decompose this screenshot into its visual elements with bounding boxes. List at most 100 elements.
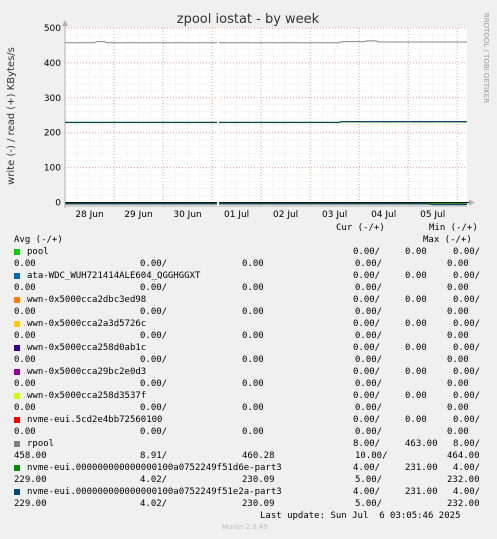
legend-max: 0.00/ bbox=[355, 283, 383, 293]
legend-avg3: 0.00 bbox=[242, 259, 264, 269]
legend-max2: 0.00 bbox=[447, 379, 469, 389]
legend-cur2: 0.00/ bbox=[453, 391, 481, 401]
legend-avg3: 0.00 bbox=[242, 355, 264, 365]
legend-avg2: 0.00/ bbox=[140, 331, 168, 341]
legend-avg1: 229.00 bbox=[14, 475, 47, 485]
last-update: Last update: Sun Jul 6 03:05:46 2025 bbox=[260, 511, 461, 521]
legend-avg2: 0.00/ bbox=[140, 355, 168, 365]
legend-avg2: 0.00/ bbox=[140, 259, 168, 269]
legend-cur: 0.00/ bbox=[353, 247, 381, 257]
legend-avg2: 4.02/ bbox=[140, 499, 168, 509]
legend-min: 0.00 bbox=[405, 295, 427, 305]
legend-name: wwn-0x5000cca258d0ab1c bbox=[27, 343, 147, 353]
legend-max2: 0.00 bbox=[447, 355, 469, 365]
legend-cur2: 4.00/ bbox=[453, 487, 481, 497]
legend-max: 0.00/ bbox=[355, 427, 383, 437]
legend-max: 0.00/ bbox=[355, 331, 383, 341]
legend-max: 0.00/ bbox=[355, 355, 383, 365]
legend-max: 0.00/ bbox=[355, 307, 383, 317]
legend-min: 231.00 bbox=[405, 463, 438, 473]
legend-header-avg: Avg (-/+) bbox=[14, 235, 63, 245]
legend-avg3: 0.00 bbox=[242, 307, 264, 317]
legend-avg3: 230.09 bbox=[242, 475, 275, 485]
legend-name: rpool bbox=[27, 439, 55, 449]
legend-swatch bbox=[14, 393, 20, 399]
legend-name: ata-WDC_WUH721414ALE604_QGGHGGXT bbox=[27, 271, 201, 281]
legend-cur: 0.00/ bbox=[353, 391, 381, 401]
legend-avg3: 230.09 bbox=[242, 499, 275, 509]
legend-swatch bbox=[14, 249, 20, 255]
legend-name: wwn-0x5000cca258d3537f bbox=[27, 391, 147, 401]
legend-avg3: 0.00 bbox=[242, 379, 264, 389]
legend-name: nvme-eui.000000000000000100a0752249f51e2… bbox=[27, 487, 282, 497]
munin-version: Munin 2.0.49 bbox=[222, 523, 268, 531]
legend-avg2: 0.00/ bbox=[140, 403, 168, 413]
legend-cur: 0.00/ bbox=[353, 271, 381, 281]
legend-avg1: 0.00 bbox=[14, 355, 36, 365]
legend-avg1: 0.00 bbox=[14, 379, 36, 389]
legend-avg3: 0.00 bbox=[242, 427, 264, 437]
legend-avg2: 4.02/ bbox=[140, 475, 168, 485]
legend-name: wwn-0x5000cca2dbc3ed98 bbox=[27, 295, 147, 305]
legend-avg2: 8.91/ bbox=[140, 451, 168, 461]
legend-name: wwn-0x5000cca29bc2e0d3 bbox=[27, 367, 147, 377]
legend-cur2: 0.00/ bbox=[453, 415, 481, 425]
legend-name: wwn-0x5000cca2a3d5726c bbox=[27, 319, 147, 329]
legend-max: 10.00/ bbox=[355, 451, 388, 461]
legend-max2: 0.00 bbox=[447, 403, 469, 413]
legend-avg1: 458.00 bbox=[14, 451, 47, 461]
legend-swatch bbox=[14, 369, 20, 375]
legend-min: 463.00 bbox=[405, 439, 438, 449]
legend-max2: 232.00 bbox=[447, 499, 480, 509]
legend-cur2: 8.00/ bbox=[453, 439, 481, 449]
legend-max2: 0.00 bbox=[447, 307, 469, 317]
legend-avg3: 460.28 bbox=[242, 451, 275, 461]
legend-min: 231.00 bbox=[405, 487, 438, 497]
legend-cur: 4.00/ bbox=[353, 463, 381, 473]
legend-swatch bbox=[14, 441, 20, 447]
legend-max2: 0.00 bbox=[447, 331, 469, 341]
legend-header-min: Min (-/+) bbox=[429, 223, 478, 233]
legend-name: pool bbox=[27, 247, 49, 257]
legend-min: 0.00 bbox=[405, 391, 427, 401]
legend-name: nvme-eui.5cd2e4bb72560100 bbox=[27, 415, 163, 425]
legend-min: 0.00 bbox=[405, 367, 427, 377]
legend-cur: 0.00/ bbox=[353, 415, 381, 425]
legend-max2: 232.00 bbox=[447, 475, 480, 485]
legend-avg2: 0.00/ bbox=[140, 307, 168, 317]
legend-max: 5.00/ bbox=[355, 475, 383, 485]
legend-cur2: 0.00/ bbox=[453, 295, 481, 305]
legend-max2: 0.00 bbox=[447, 283, 469, 293]
legend-min: 0.00 bbox=[405, 343, 427, 353]
legend-cur2: 0.00/ bbox=[453, 271, 481, 281]
legend-avg2: 0.00/ bbox=[140, 379, 168, 389]
legend: Cur (-/+) Min (-/+) Avg (-/+) Max (-/+) … bbox=[0, 0, 497, 539]
legend-cur: 0.00/ bbox=[353, 319, 381, 329]
legend-avg2: 0.00/ bbox=[140, 427, 168, 437]
legend-avg1: 0.00 bbox=[14, 259, 36, 269]
legend-avg1: 0.00 bbox=[14, 307, 36, 317]
legend-cur: 8.00/ bbox=[353, 439, 381, 449]
legend-swatch bbox=[14, 465, 20, 471]
legend-cur: 0.00/ bbox=[353, 343, 381, 353]
legend-min: 0.00 bbox=[405, 415, 427, 425]
legend-cur2: 0.00/ bbox=[453, 319, 481, 329]
legend-avg1: 229.00 bbox=[14, 499, 47, 509]
legend-avg3: 0.00 bbox=[242, 403, 264, 413]
legend-min: 0.00 bbox=[405, 271, 427, 281]
legend-avg3: 0.00 bbox=[242, 283, 264, 293]
legend-cur2: 4.00/ bbox=[453, 463, 481, 473]
legend-min: 0.00 bbox=[405, 319, 427, 329]
legend-swatch bbox=[14, 321, 20, 327]
legend-avg1: 0.00 bbox=[14, 403, 36, 413]
legend-min: 0.00 bbox=[405, 247, 427, 257]
legend-cur2: 0.00/ bbox=[453, 343, 481, 353]
legend-name: nvme-eui.000000000000000100a0752249f51d6… bbox=[27, 463, 282, 473]
legend-max: 0.00/ bbox=[355, 403, 383, 413]
legend-max2: 0.00 bbox=[447, 259, 469, 269]
legend-max: 0.00/ bbox=[355, 259, 383, 269]
legend-max2: 0.00 bbox=[447, 427, 469, 437]
legend-cur2: 0.00/ bbox=[453, 367, 481, 377]
legend-swatch bbox=[14, 417, 20, 423]
legend-max: 5.00/ bbox=[355, 499, 383, 509]
